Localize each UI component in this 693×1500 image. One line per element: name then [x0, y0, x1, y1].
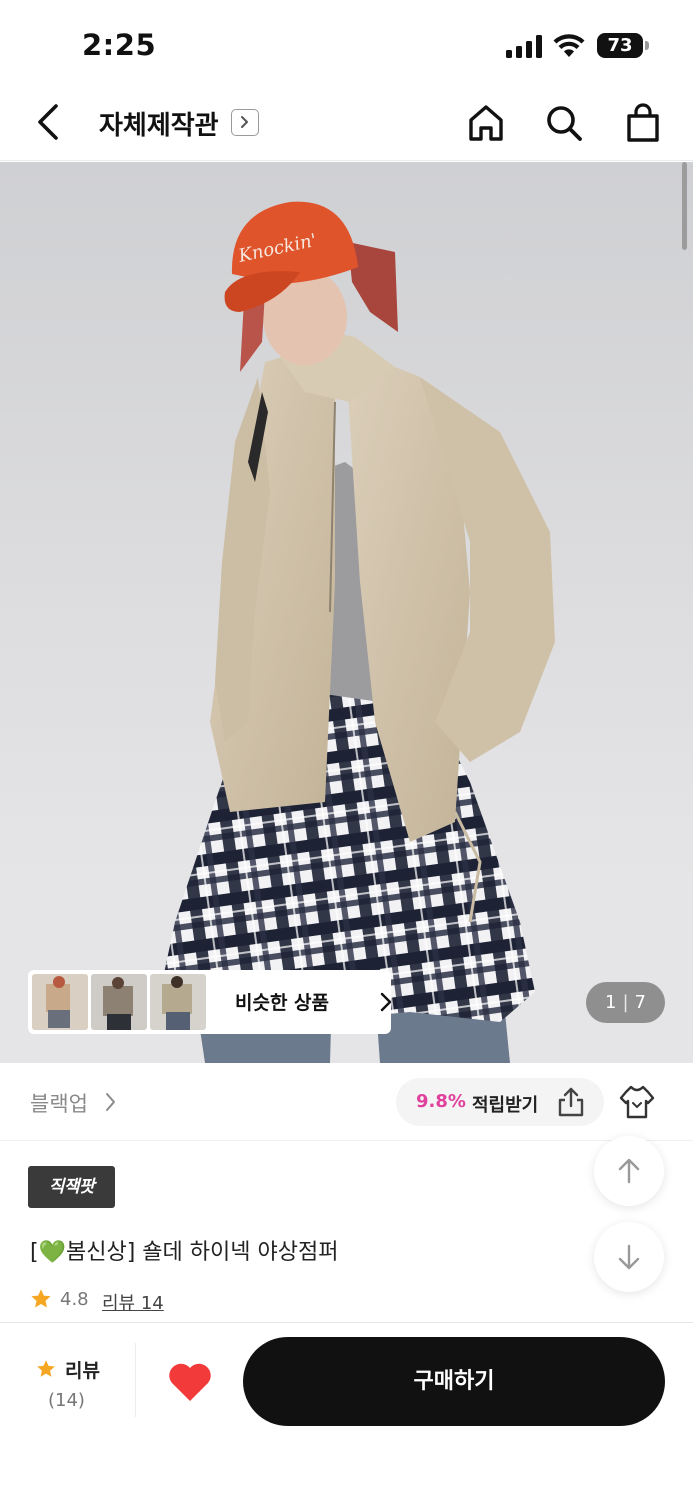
points-reward-button[interactable]: 9.8% 적립받기 [396, 1078, 604, 1126]
arrow-up-icon [618, 1158, 640, 1184]
review-label: 리뷰 [65, 1360, 100, 1382]
product-photo: Knockin' [0, 201, 693, 1063]
bottom-action-bar: 리뷰 (14) 구매하기 [0, 1322, 693, 1500]
home-icon[interactable] [465, 102, 507, 144]
share-icon[interactable] [556, 1086, 586, 1118]
battery-tip [645, 41, 649, 50]
similar-products-label: 비슷한 상품 [235, 992, 330, 1014]
review-count: (14) [48, 1390, 85, 1411]
battery-level: 73 [597, 33, 643, 58]
total-pages: 7 [634, 992, 646, 1013]
page-separator: | [622, 992, 629, 1013]
points-rate: 9.8% [416, 1091, 466, 1112]
star-icon [31, 1289, 51, 1308]
green-heart-emoji: 💚 [38, 1240, 66, 1265]
review-summary-button[interactable]: 리뷰 (14) [30, 1353, 110, 1417]
store-title[interactable]: 자체제작관 [99, 105, 219, 142]
divider [135, 1343, 136, 1417]
similar-thumbnail [91, 974, 147, 1030]
arrow-down-icon [618, 1244, 640, 1270]
title-text: 봄신상] 숄데 하이넥 야상점퍼 [66, 1240, 339, 1265]
status-time: 2:25 [82, 28, 157, 62]
top-navigation-bar: 자체제작관 [0, 88, 693, 161]
promo-badge: 직잭팟 [28, 1166, 115, 1208]
shopping-bag-icon[interactable] [622, 102, 664, 144]
points-label: 적립받기 [472, 1095, 539, 1116]
search-icon[interactable] [543, 102, 585, 144]
similar-thumbnail [32, 974, 88, 1030]
buy-button[interactable]: 구매하기 [243, 1337, 665, 1426]
cellular-signal-icon [506, 34, 544, 58]
scroll-indicator [682, 162, 687, 250]
heart-icon[interactable] [166, 1359, 214, 1403]
product-image-carousel[interactable]: Knockin' 비슷한 상품 1 | 7 [0, 162, 693, 1063]
product-info-row: 블랙업 9.8% 적립받기 [0, 1063, 693, 1141]
status-bar: 2:25 73 [0, 0, 693, 88]
image-page-counter: 1 | 7 [586, 982, 665, 1023]
wifi-icon [553, 34, 585, 57]
review-link[interactable]: 리뷰 14 [102, 1289, 164, 1315]
similar-thumbnail [150, 974, 206, 1030]
star-icon [37, 1360, 55, 1377]
scroll-up-button[interactable] [594, 1136, 664, 1206]
brand-link[interactable]: 블랙업 [30, 1088, 88, 1118]
product-title: [💚봄신상] 숄데 하이넥 야상점퍼 [30, 1234, 338, 1266]
similar-products-button[interactable]: 비슷한 상품 [28, 970, 391, 1034]
rating-value: 4.8 [60, 1289, 89, 1310]
store-chevron-icon[interactable] [231, 109, 259, 136]
back-arrow-icon[interactable] [28, 100, 72, 144]
chevron-right-icon [380, 992, 391, 1012]
title-prefix: [ [30, 1240, 39, 1265]
chevron-right-icon[interactable] [105, 1092, 116, 1112]
current-page: 1 [605, 992, 617, 1013]
scroll-down-button[interactable] [594, 1222, 664, 1292]
fitting-hanger-icon[interactable] [618, 1083, 656, 1121]
